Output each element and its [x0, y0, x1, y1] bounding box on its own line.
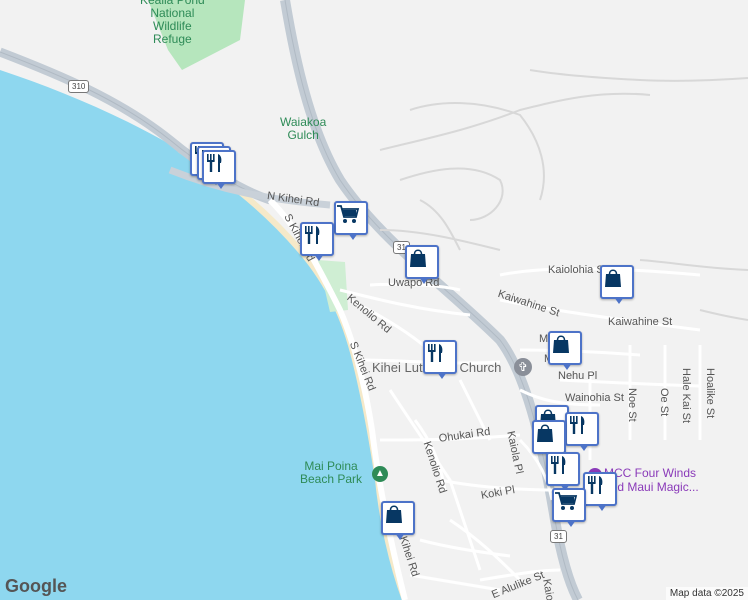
waiakoa-gulch-label: Waiakoa Gulch — [280, 115, 327, 142]
map-marker-shopping[interactable] — [405, 245, 439, 284]
church-cross-icon[interactable]: ✞ — [514, 358, 532, 376]
kealia-pond-label: Kealia Pond National Wildlife Refuge — [140, 0, 205, 46]
google-logo: Google — [5, 576, 67, 596]
street-label-kaiwahine-2: Kaiwahine St — [608, 316, 673, 328]
map-canvas[interactable]: Kealia Pond National Wildlife Refuge Mai… — [0, 0, 748, 600]
street-label-nehu: Nehu Pl — [558, 370, 598, 382]
map-marker-restaurant[interactable] — [583, 472, 617, 511]
map-marker-grocery[interactable] — [334, 201, 368, 240]
map-marker-restaurant[interactable] — [423, 340, 457, 379]
park-tree-icon: ▲ — [372, 466, 388, 482]
map-marker-restaurant[interactable] — [546, 452, 580, 491]
street-label-noe: Noe St — [626, 388, 638, 422]
street-label-hoalike: Hoalike St — [704, 368, 716, 419]
map-marker-shopping[interactable] — [381, 501, 415, 540]
mcc-four-winds-label[interactable]: MCC Four Winds and Maui Magic... — [604, 466, 699, 494]
map-attribution[interactable]: Map data ©2025 — [665, 587, 748, 600]
map-marker-restaurant[interactable] — [565, 412, 599, 451]
map-marker-shopping[interactable] — [532, 420, 566, 459]
map-base-layer — [0, 0, 748, 600]
street-label-wainohia: Wainohia St — [565, 392, 624, 404]
mai-poina-beach-park-label: Mai Poina Beach Park — [300, 459, 363, 486]
map-marker-restaurant[interactable] — [202, 150, 236, 189]
street-label-kaiolohia: Kaiolohia St — [548, 264, 607, 276]
highway-31-south-shield: 31 — [550, 530, 567, 543]
street-label-m-1: M — [539, 333, 549, 345]
map-marker-grocery[interactable] — [552, 488, 586, 527]
street-label-oe: Oe St — [658, 388, 670, 417]
street-label-hale-kai: Hale Kai St — [680, 368, 692, 424]
highway-310-shield: 310 — [68, 80, 90, 93]
map-marker-shopping[interactable] — [548, 331, 582, 370]
map-marker-restaurant[interactable] — [300, 222, 334, 261]
map-marker-shopping[interactable] — [600, 265, 634, 304]
